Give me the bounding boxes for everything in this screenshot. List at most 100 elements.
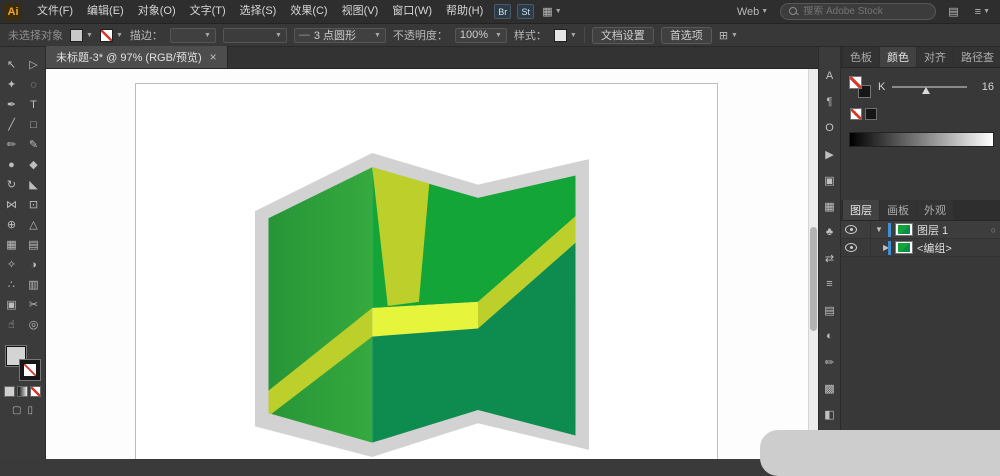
document-tab[interactable]: 未标题-3* @ 97% (RGB/预览) × (46, 46, 228, 68)
menu-help[interactable]: 帮助(H) (439, 0, 490, 23)
type-tool[interactable]: T (24, 95, 44, 114)
paragraph-panel-icon[interactable]: ¶ (821, 95, 839, 109)
paintbrush-tool[interactable]: ✏ (2, 135, 22, 154)
k-slider[interactable] (892, 81, 967, 93)
tab-pathfinder[interactable]: 路径查 (954, 47, 1000, 67)
stroke-color-swatch[interactable] (20, 360, 40, 380)
width-tool[interactable]: ⋈ (2, 195, 22, 214)
eyedropper-tool[interactable]: ✧ (2, 255, 22, 274)
screen-mode-icon[interactable]: ▯ (27, 405, 33, 416)
tab-layers[interactable]: 图层 (843, 200, 879, 220)
stroke-weight-dropdown[interactable]: ▼ (170, 28, 216, 43)
menu-select[interactable]: 选择(S) (233, 0, 284, 23)
layer-row[interactable]: ▶ <编组> (841, 239, 1000, 257)
brushes-panel-icon[interactable]: ✏ (821, 355, 839, 369)
variable-width-dropdown[interactable]: ▼ (223, 28, 287, 43)
swatches-panel-icon[interactable]: ▩ (821, 381, 839, 395)
color-button[interactable] (4, 386, 15, 397)
fill-color-dropdown[interactable]: ▼ (70, 29, 93, 42)
opacity-dropdown[interactable]: 100%▼ (455, 28, 507, 43)
bridge-badge[interactable]: Br (494, 4, 511, 19)
close-tab-icon[interactable]: × (210, 50, 217, 64)
arrange-documents-icon[interactable]: ▤ (944, 5, 962, 18)
artboard-tool[interactable]: ▣ (2, 295, 22, 314)
visibility-eye-icon[interactable] (845, 243, 857, 252)
eraser-tool[interactable]: ◆ (24, 155, 44, 174)
canvas[interactable] (46, 69, 818, 459)
layer-thumbnail[interactable] (895, 223, 913, 236)
tab-swatches[interactable]: 色板 (843, 47, 879, 67)
layer-row[interactable]: ▼ 图层 1 ○ (841, 221, 1000, 239)
group-name[interactable]: <编组> (917, 240, 952, 256)
app-logo[interactable]: Ai (4, 3, 22, 21)
document-setup-button[interactable]: 文档设置 (592, 27, 654, 44)
none-button[interactable] (30, 386, 41, 397)
search-input[interactable] (803, 6, 913, 17)
stock-badge[interactable]: St (517, 4, 534, 19)
tab-appearance[interactable]: 外观 (917, 200, 953, 220)
gradient-panel-icon[interactable]: ▤ (821, 303, 839, 317)
perspective-grid-tool[interactable]: △ (24, 215, 44, 234)
chevron-down-icon[interactable]: ▼ (875, 225, 884, 234)
transparency-panel-icon[interactable]: ◐ (821, 329, 839, 343)
preferences-button[interactable]: 首选项 (661, 27, 712, 44)
pencil-tool[interactable]: ✎ (24, 135, 44, 154)
gradient-button[interactable] (17, 386, 28, 397)
tab-align[interactable]: 对齐 (917, 47, 953, 67)
direct-selection-tool[interactable]: ▷ (24, 55, 44, 74)
appearance-panel-icon[interactable]: ▶ (821, 147, 839, 161)
draw-normal-icon[interactable]: ▢ (12, 405, 21, 416)
style-dropdown[interactable]: ▼ (554, 29, 577, 42)
grayscale-ramp[interactable] (849, 132, 994, 147)
chevron-right-icon[interactable]: ▶ (875, 243, 884, 252)
menu-edit[interactable]: 编辑(E) (80, 0, 131, 23)
lasso-tool[interactable]: ◌ (24, 75, 44, 94)
menu-window[interactable]: 窗口(W) (385, 0, 439, 23)
artboards-panel-icon[interactable]: ▣ (821, 173, 839, 187)
scrollbar-thumb[interactable] (810, 227, 817, 331)
character-panel-icon[interactable]: A (821, 69, 839, 83)
transform-panel-icon[interactable]: ⇄ (821, 251, 839, 265)
color-guide-panel-icon[interactable]: ◧ (821, 407, 839, 421)
symbol-sprayer-tool[interactable]: ∴ (2, 275, 22, 294)
menu-view[interactable]: 视图(V) (335, 0, 386, 23)
free-transform-tool[interactable]: ⊡ (24, 195, 44, 214)
pen-tool[interactable]: ✒ (2, 95, 22, 114)
selection-tool[interactable]: ↖ (2, 55, 22, 74)
zoom-tool[interactable]: ◎ (24, 315, 44, 334)
none-swatch[interactable] (850, 108, 862, 120)
map-artwork[interactable] (255, 153, 589, 459)
rotate-tool[interactable]: ↻ (2, 175, 22, 194)
slice-tool[interactable]: ✂ (24, 295, 44, 314)
menu-file[interactable]: 文件(F) (30, 0, 80, 23)
layer-thumbnail[interactable] (895, 241, 913, 254)
stroke-color-dropdown[interactable]: ▼ (100, 29, 123, 42)
gradient-tool[interactable]: ▤ (24, 235, 44, 254)
rectangle-tool[interactable]: □ (24, 115, 44, 134)
menu-object[interactable]: 对象(O) (131, 0, 183, 23)
black-swatch[interactable] (865, 108, 877, 120)
opentype-panel-icon[interactable]: O (821, 121, 839, 135)
mesh-tool[interactable]: ▦ (2, 235, 22, 254)
visibility-eye-icon[interactable] (845, 225, 857, 234)
blend-tool[interactable]: ◑ (24, 255, 44, 274)
column-graph-tool[interactable]: ▥ (24, 275, 44, 294)
blob-brush-tool[interactable]: ● (2, 155, 22, 174)
pathfinder-panel-icon[interactable]: ▦ (821, 199, 839, 213)
k-slider-thumb[interactable] (922, 87, 930, 94)
target-circle-icon[interactable]: ○ (991, 225, 996, 235)
align-panel-icon[interactable]: ≡ (821, 277, 839, 291)
app-menu-icon[interactable]: ≡▼ (971, 6, 994, 18)
menu-effect[interactable]: 效果(C) (283, 0, 334, 23)
tab-artboards[interactable]: 画板 (880, 200, 916, 220)
brush-definition-dropdown[interactable]: —3 点圆形▼ (294, 28, 386, 43)
menu-type[interactable]: 文字(T) (183, 0, 233, 23)
magic-wand-tool[interactable]: ✦ (2, 75, 22, 94)
more-options-button[interactable]: ⊞▼ (719, 29, 738, 42)
layer-name[interactable]: 图层 1 (917, 222, 948, 238)
layout-switch-icon[interactable]: ▦▼ (538, 5, 565, 18)
vertical-scrollbar[interactable] (808, 69, 818, 459)
symbols-panel-icon[interactable]: ♣ (821, 225, 839, 239)
shape-builder-tool[interactable]: ⊕ (2, 215, 22, 234)
workspace-switcher[interactable]: Web▼ (733, 6, 772, 18)
